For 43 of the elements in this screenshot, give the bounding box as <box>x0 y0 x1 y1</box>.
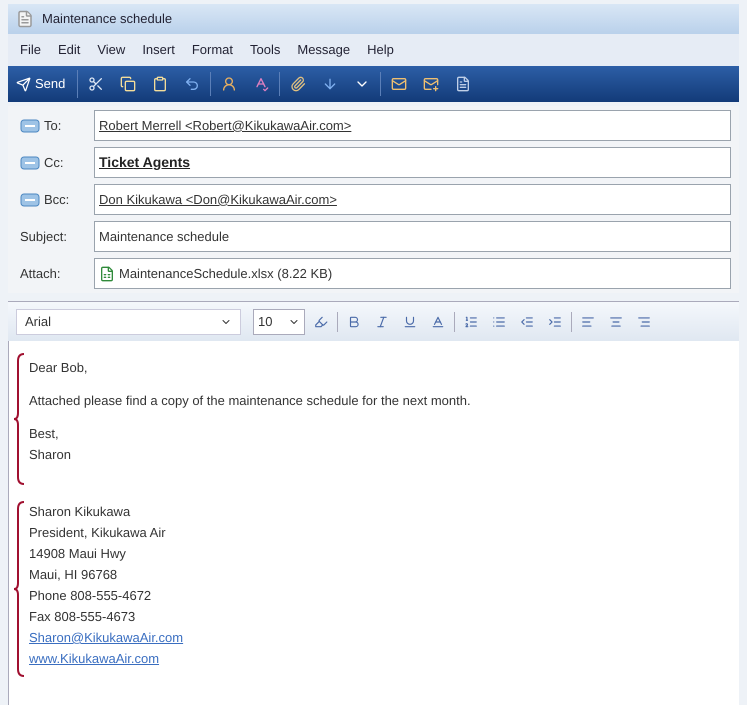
spreadsheet-icon <box>99 266 115 282</box>
message-paragraph: Best, Sharon <box>29 425 72 464</box>
signature-line: 14908 Maui Hwy <box>29 545 127 563</box>
menu-item[interactable]: Help <box>367 40 394 60</box>
signature-link[interactable]: Sharon@KikukawaAir.com <box>29 627 184 648</box>
field-label: Subject: <box>20 228 67 246</box>
subject-text: Maintenance schedule <box>99 228 230 246</box>
input-field[interactable]: MaintenanceSchedule.xlsx (8.22 KB) <box>94 258 731 289</box>
window-title: Maintenance schedule <box>42 10 172 28</box>
menu-item[interactable]: Edit <box>58 40 80 60</box>
send-icon <box>16 76 31 92</box>
menu-item[interactable]: Insert <box>142 40 175 60</box>
field-label: Cc: <box>44 154 64 172</box>
menu-item[interactable]: Format <box>192 40 233 60</box>
signature-line: Sharon Kikukawa <box>29 503 132 521</box>
recipient-link[interactable]: Robert Merrell <Robert@KikukawaAir.com> <box>99 116 352 136</box>
signature-line: Fax 808-555-4673 <box>29 608 136 626</box>
font-dropdown[interactable]: Arial <box>16 308 241 334</box>
signature-line: President, Kikukawa Air <box>29 524 167 542</box>
brace-icon <box>13 501 25 677</box>
input-field[interactable]: Maintenance schedule <box>94 221 731 252</box>
size-dropdown[interactable]: 10 <box>253 308 305 334</box>
field-label: Attach: <box>20 264 60 283</box>
menu-item[interactable]: File <box>20 40 41 60</box>
menu-item[interactable]: Message <box>297 40 350 60</box>
signature-line: Phone 808-555-4672 <box>29 587 152 605</box>
input-field[interactable]: Robert Merrell <Robert@KikukawaAir.com> <box>94 110 731 141</box>
recipient-link[interactable]: Don Kikukawa <Don@KikukawaAir.com> <box>99 190 337 210</box>
menu-item[interactable]: View <box>97 40 126 60</box>
field-label: To: <box>44 116 62 135</box>
document-icon <box>16 10 34 28</box>
menu-item[interactable]: Tools <box>250 40 280 60</box>
send-button[interactable]: Send <box>16 70 78 98</box>
attachment-link[interactable]: MaintenanceSchedule.xlsx (8.22 KB) <box>119 264 332 284</box>
message-paragraph: Dear Bob, <box>29 359 89 377</box>
signature-link[interactable]: www.KikukawaAir.com <box>29 648 184 669</box>
brace-icon <box>13 353 25 485</box>
input-field[interactable]: Ticket Agents <box>94 147 731 178</box>
field-label: Bcc: <box>44 190 70 209</box>
signature-line: Maui, HI 96768 <box>29 566 118 584</box>
message-paragraph: Attached please find a copy of the maintenance schedule for the next month. <box>29 392 471 410</box>
recipient-link[interactable]: Ticket Agents <box>99 152 190 173</box>
input-field[interactable]: Don Kikukawa <Don@KikukawaAir.com> <box>94 184 731 215</box>
